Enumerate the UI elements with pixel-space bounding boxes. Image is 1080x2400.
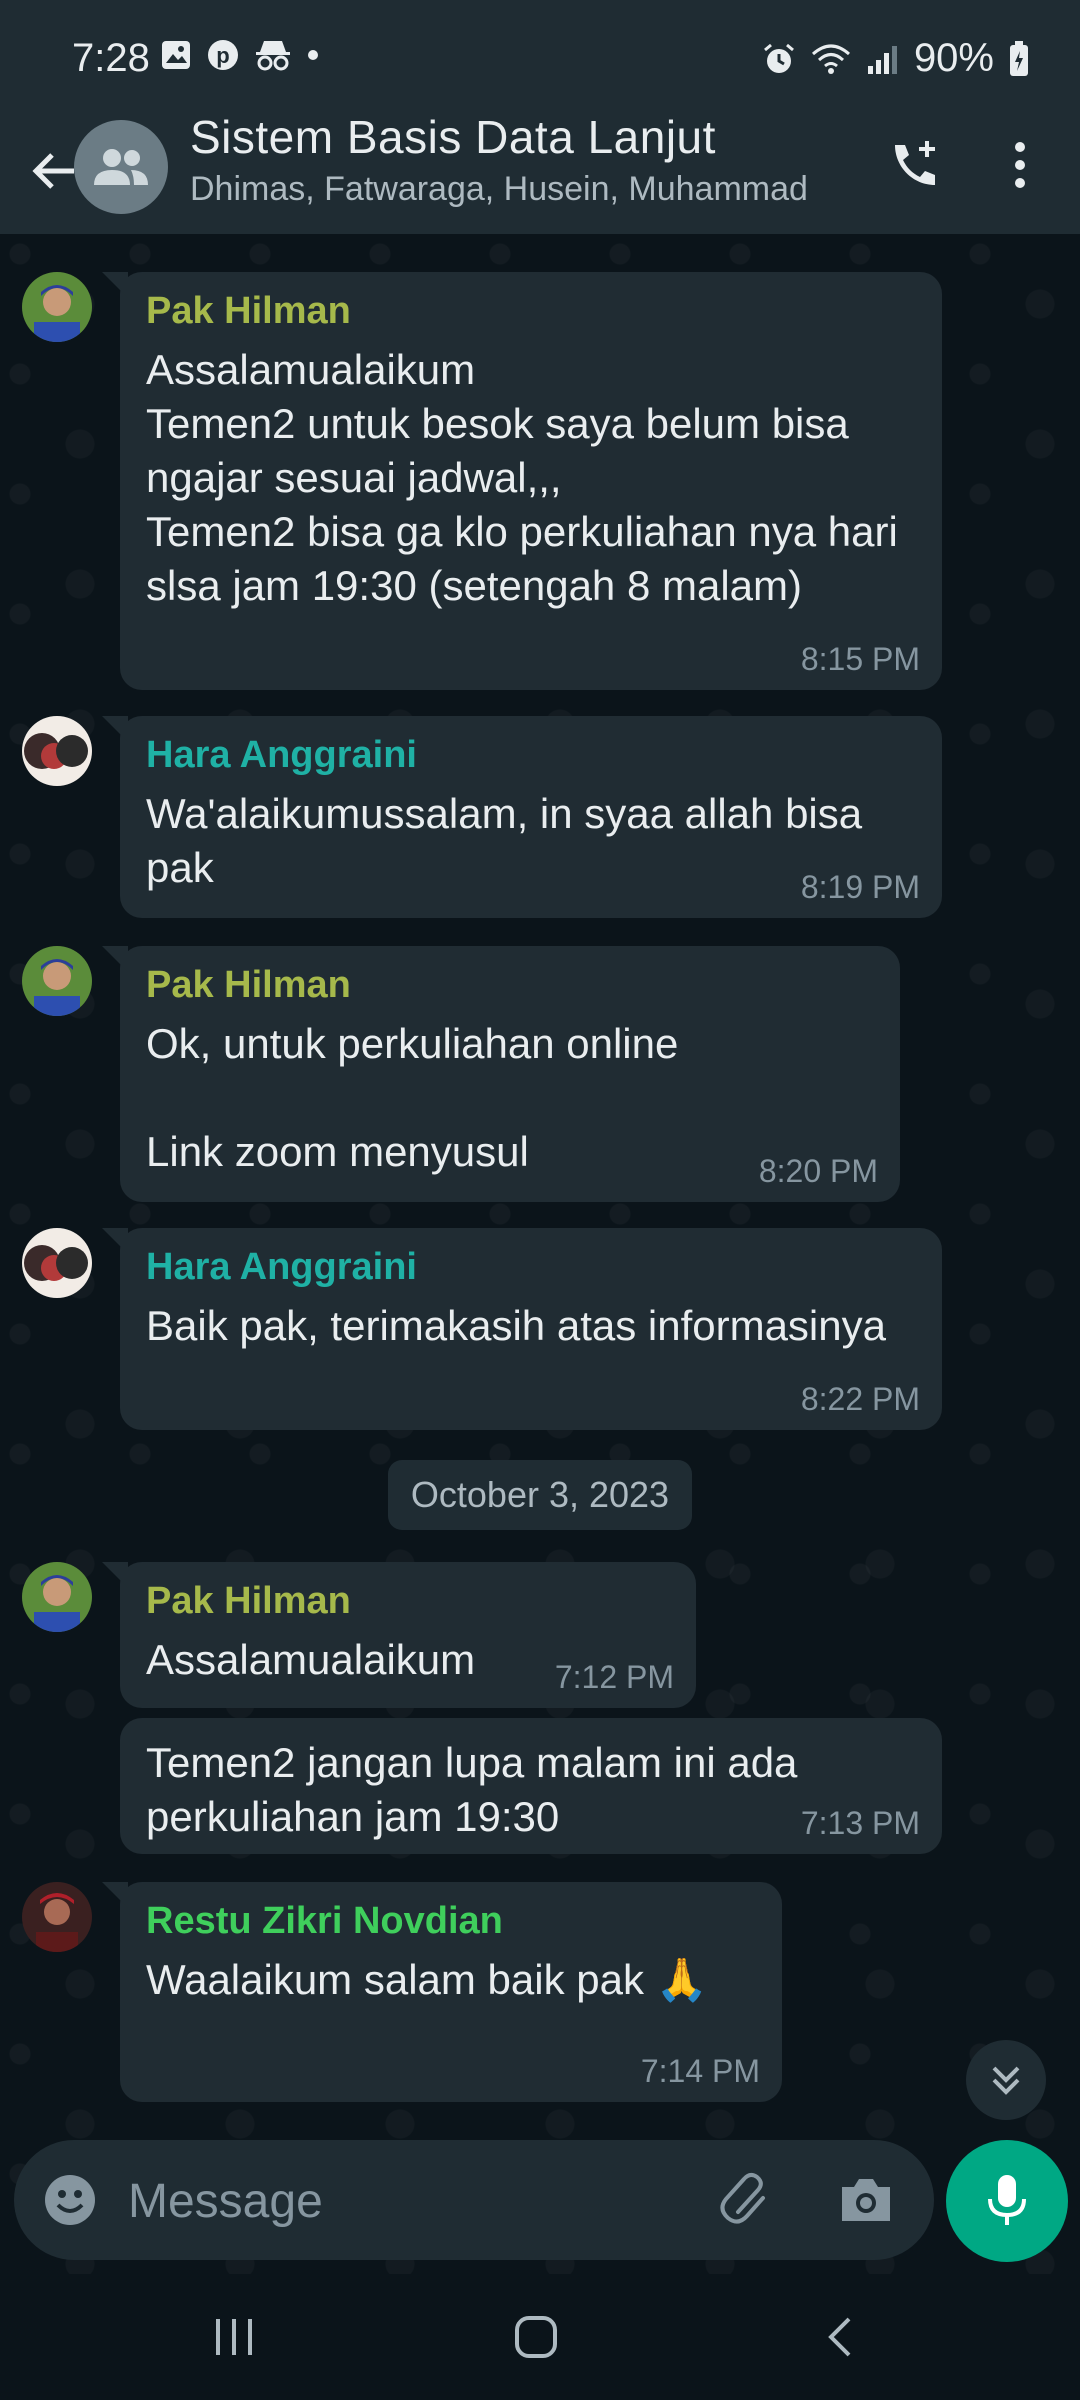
avatar-hara-anggraini[interactable] bbox=[22, 1228, 92, 1298]
message-bubble[interactable]: Hara Anggraini Baik pak, terimakasih ata… bbox=[102, 1228, 942, 1430]
camera-button[interactable] bbox=[834, 2168, 898, 2232]
avatar-pak-hilman[interactable] bbox=[22, 272, 92, 342]
add-call-button[interactable] bbox=[880, 130, 950, 200]
sender-name: Hara Anggraini bbox=[146, 734, 417, 776]
message-bubble[interactable]: Pak Hilman Assalamualaikum Temen2 untuk … bbox=[102, 272, 942, 690]
home-icon bbox=[515, 2316, 557, 2358]
arrow-back-icon bbox=[32, 153, 74, 189]
message-bubble[interactable]: Temen2 jangan lupa malam ini ada perkuli… bbox=[120, 1718, 942, 1854]
profile-photo-icon bbox=[22, 1882, 92, 1952]
profile-photo-icon bbox=[22, 716, 92, 786]
voice-message-button[interactable] bbox=[946, 2140, 1068, 2262]
message-text: Assalamualaikum Temen2 untuk besok saya … bbox=[146, 346, 898, 609]
sender-name: Pak Hilman bbox=[146, 964, 351, 1006]
message-text: Waalaikum salam baik pak 🙏 bbox=[146, 1956, 708, 2003]
chat-title[interactable]: Sistem Basis Data Lanjut bbox=[190, 110, 716, 164]
message-text: Baik pak, terimakasih atas informasinya bbox=[146, 1302, 886, 1349]
message-input[interactable] bbox=[126, 2160, 690, 2242]
back-chevron-icon bbox=[828, 2317, 851, 2357]
more-options-button[interactable] bbox=[990, 130, 1050, 200]
message-time: 7:13 PM bbox=[800, 1805, 920, 1841]
system-navigation-bar bbox=[0, 2274, 1080, 2400]
microphone-icon bbox=[988, 2175, 1026, 2225]
recents-icon bbox=[216, 2319, 252, 2355]
message-time: 7:14 PM bbox=[640, 2053, 760, 2089]
camera-icon bbox=[842, 2179, 890, 2221]
paperclip-icon bbox=[720, 2172, 765, 2224]
scroll-to-bottom-button[interactable] bbox=[966, 2040, 1046, 2120]
status-bar: 7:28 p 90% bbox=[0, 0, 1080, 110]
message-time: 8:15 PM bbox=[800, 641, 920, 677]
profile-photo-icon bbox=[22, 1562, 92, 1632]
message-bubble[interactable]: Restu Zikri Novdian Waalaikum salam baik… bbox=[102, 1882, 782, 2102]
pinterest-icon: p bbox=[208, 40, 238, 70]
phone-add-icon bbox=[895, 141, 935, 185]
message-time: 8:19 PM bbox=[800, 869, 920, 905]
sender-name: Pak Hilman bbox=[146, 1580, 351, 1622]
message-bubble[interactable]: Hara Anggraini Wa'alaikumussalam, in sya… bbox=[102, 716, 942, 918]
group-icon bbox=[94, 149, 148, 185]
profile-photo-icon bbox=[22, 946, 92, 1016]
notification-icons: p bbox=[160, 38, 320, 72]
system-back-button[interactable] bbox=[790, 2302, 890, 2372]
more-vert-icon bbox=[1015, 142, 1025, 188]
sender-name: Restu Zikri Novdian bbox=[146, 1900, 503, 1942]
emoji-icon bbox=[45, 2175, 95, 2225]
group-avatar[interactable] bbox=[74, 120, 168, 214]
battery-percent: 90% bbox=[913, 36, 994, 80]
profile-photo-icon bbox=[22, 1228, 92, 1298]
incognito-icon bbox=[256, 41, 290, 71]
wifi-icon bbox=[811, 44, 850, 74]
message-time: 8:22 PM bbox=[800, 1381, 920, 1417]
avatar-pak-hilman[interactable] bbox=[22, 1562, 92, 1632]
dot-icon bbox=[308, 50, 318, 60]
recent-apps-button[interactable] bbox=[184, 2302, 284, 2372]
message-time: 7:12 PM bbox=[554, 1659, 674, 1695]
home-button[interactable] bbox=[486, 2302, 586, 2372]
attach-button[interactable] bbox=[714, 2168, 778, 2232]
signal-icon bbox=[867, 45, 897, 74]
avatar-hara-anggraini[interactable] bbox=[22, 716, 92, 786]
emoji-button[interactable] bbox=[40, 2170, 100, 2230]
avatar-pak-hilman[interactable] bbox=[22, 946, 92, 1016]
sender-name: Hara Anggraini bbox=[146, 1246, 417, 1288]
alarm-icon bbox=[763, 43, 794, 73]
gallery-icon bbox=[162, 41, 190, 69]
message-bubble[interactable]: Pak Hilman Ok, untuk perkuliahan online … bbox=[102, 946, 900, 1202]
chat-header: Sistem Basis Data Lanjut Dhimas, Fatwara… bbox=[0, 110, 1080, 234]
double-chevron-down-icon bbox=[992, 2066, 1020, 2095]
chat-participants[interactable]: Dhimas, Fatwaraga, Husein, Muhammad bbox=[190, 170, 850, 209]
status-right: 90% bbox=[762, 36, 1030, 81]
message-time: 8:20 PM bbox=[758, 1153, 878, 1189]
avatar-restu-zikri-novdian[interactable] bbox=[22, 1882, 92, 1952]
date-separator: October 3, 2023 bbox=[388, 1460, 692, 1530]
message-composer bbox=[14, 2140, 934, 2260]
sender-name: Pak Hilman bbox=[146, 290, 351, 332]
svg-text:p: p bbox=[216, 43, 229, 68]
message-bubble[interactable]: Pak Hilman Assalamualaikum 7:12 PM bbox=[102, 1562, 696, 1708]
profile-photo-icon bbox=[22, 272, 92, 342]
battery-icon bbox=[1010, 40, 1028, 76]
status-time: 7:28 bbox=[72, 36, 150, 80]
